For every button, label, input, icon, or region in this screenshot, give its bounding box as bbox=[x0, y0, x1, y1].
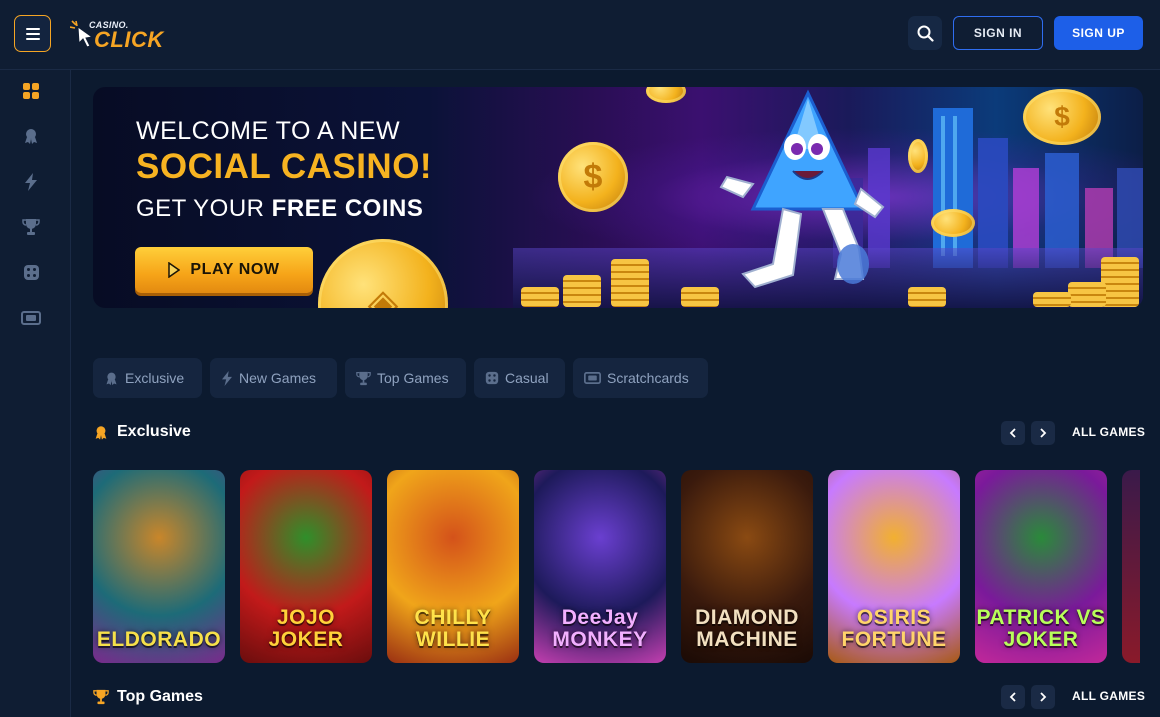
sidebar-item-top-games[interactable] bbox=[20, 216, 42, 238]
banner-line-3-bold: FREE COINS bbox=[271, 195, 424, 222]
game-tile[interactable]: ELDORADO bbox=[93, 470, 225, 663]
coin-icon: $ bbox=[558, 142, 628, 212]
top-games-next-button[interactable] bbox=[1031, 685, 1055, 709]
award-icon bbox=[95, 425, 107, 440]
play-icon bbox=[168, 262, 181, 278]
category-label: Casual bbox=[505, 370, 549, 386]
banner-line-3: GET YOUR FREE COINS bbox=[136, 195, 423, 223]
sidebar-item-scratchcards[interactable] bbox=[20, 307, 42, 329]
exclusive-all-games-link[interactable]: ALL GAMES bbox=[1072, 425, 1145, 439]
sidebar-item-exclusive[interactable] bbox=[20, 125, 42, 147]
banner-line-3-prefix: GET YOUR bbox=[136, 195, 272, 222]
bolt-icon bbox=[222, 370, 232, 386]
ticket-icon bbox=[584, 372, 601, 384]
exclusive-prev-button[interactable] bbox=[1001, 421, 1025, 445]
chevron-left-icon bbox=[1009, 428, 1016, 438]
coin-stack bbox=[1101, 257, 1139, 307]
coin-icon: $ bbox=[1023, 89, 1101, 145]
play-now-button[interactable]: PLAY NOW bbox=[135, 247, 313, 293]
top-games-all-games-link[interactable]: ALL GAMES bbox=[1072, 689, 1145, 703]
chevron-left-icon bbox=[1009, 692, 1016, 702]
category-chip-new-games[interactable]: New Games bbox=[210, 358, 337, 398]
category-label: New Games bbox=[239, 370, 317, 386]
search-button[interactable] bbox=[908, 16, 942, 50]
logo-big-text: CLICK bbox=[94, 27, 164, 52]
category-chip-exclusive[interactable]: Exclusive bbox=[93, 358, 202, 398]
menu-button[interactable] bbox=[14, 15, 51, 52]
trophy-icon bbox=[356, 371, 371, 385]
game-title: PATRICK VS JOKER bbox=[976, 606, 1106, 651]
play-now-label: PLAY NOW bbox=[190, 261, 280, 278]
chevron-right-icon bbox=[1040, 428, 1047, 438]
bolt-icon bbox=[25, 173, 37, 191]
sidebar-item-casual[interactable] bbox=[20, 261, 42, 283]
main-content: $ ◈ $ WELCOME TO A NEW SOCIAL CASINO! GE… bbox=[71, 70, 1160, 717]
grid-icon bbox=[23, 83, 39, 99]
award-icon bbox=[106, 372, 117, 385]
banner-line-1: WELCOME TO A NEW bbox=[136, 117, 401, 145]
sign-in-button[interactable]: SIGN IN bbox=[953, 16, 1043, 50]
coin-stack bbox=[611, 259, 649, 307]
section-title-text: Top Games bbox=[117, 688, 203, 705]
trophy-icon bbox=[22, 219, 40, 235]
game-tile[interactable]: PATRICK VS JOKER bbox=[975, 470, 1107, 663]
category-label: Exclusive bbox=[125, 370, 185, 386]
sidebar-item-new-games[interactable] bbox=[20, 171, 42, 193]
game-title: JOJO JOKER bbox=[268, 606, 344, 651]
game-title: CHILLY WILLIE bbox=[414, 606, 492, 651]
ticket-icon bbox=[21, 311, 41, 325]
game-tile[interactable]: OSIRIS FORTUNE bbox=[828, 470, 960, 663]
promo-banner[interactable]: $ ◈ $ WELCOME TO A NEW SOCIAL CASINO! GE… bbox=[93, 87, 1143, 308]
coin-stack bbox=[521, 287, 559, 307]
category-label: Top Games bbox=[377, 370, 449, 386]
dice-icon bbox=[485, 371, 499, 385]
coin-icon: ◈ bbox=[318, 239, 448, 308]
top-bar: CASINO. CLICK SIGN IN SIGN UP bbox=[0, 0, 1160, 70]
game-title: DeeJay MONKEY bbox=[552, 606, 648, 651]
sidebar bbox=[0, 70, 71, 717]
category-chip-top-games[interactable]: Top Games bbox=[345, 358, 466, 398]
game-tile[interactable]: DIAMOND MACHINE bbox=[681, 470, 813, 663]
game-tile-partial[interactable] bbox=[1122, 470, 1140, 663]
section-title-exclusive: Exclusive bbox=[93, 420, 191, 444]
game-title: DIAMOND MACHINE bbox=[695, 606, 799, 651]
coin-stack bbox=[908, 287, 946, 307]
search-icon bbox=[917, 25, 934, 42]
banner-headline: SOCIAL CASINO! bbox=[136, 147, 433, 186]
category-chip-scratchcards[interactable]: Scratchcards bbox=[573, 358, 708, 398]
dice-icon bbox=[23, 264, 39, 280]
section-title-top-games: Top Games bbox=[93, 685, 203, 709]
exclusive-next-button[interactable] bbox=[1031, 421, 1055, 445]
coin-stack bbox=[1033, 292, 1071, 307]
game-tile[interactable]: JOJO JOKER bbox=[240, 470, 372, 663]
coin-icon bbox=[908, 139, 928, 173]
game-tile[interactable]: CHILLY WILLIE bbox=[387, 470, 519, 663]
logo[interactable]: CASINO. CLICK bbox=[70, 17, 170, 52]
coin-stack bbox=[563, 275, 601, 307]
coin-icon bbox=[646, 87, 686, 103]
chevron-right-icon bbox=[1040, 692, 1047, 702]
category-label: Scratchcards bbox=[607, 370, 689, 386]
category-chip-casual[interactable]: Casual bbox=[474, 358, 565, 398]
sidebar-item-home[interactable] bbox=[20, 80, 42, 102]
hamburger-icon bbox=[25, 27, 40, 40]
sign-up-button[interactable]: SIGN UP bbox=[1054, 16, 1143, 50]
game-tile[interactable]: DeeJay MONKEY bbox=[534, 470, 666, 663]
award-icon bbox=[25, 129, 37, 144]
game-title: ELDORADO bbox=[96, 628, 222, 651]
trophy-icon bbox=[93, 689, 109, 705]
coin-icon bbox=[931, 209, 975, 237]
top-games-prev-button[interactable] bbox=[1001, 685, 1025, 709]
coin-stack bbox=[1068, 282, 1106, 307]
arrow-mascot-illustration bbox=[719, 89, 885, 289]
game-title: OSIRIS FORTUNE bbox=[841, 606, 947, 651]
coin-stack bbox=[681, 287, 719, 307]
section-title-text: Exclusive bbox=[117, 423, 191, 440]
